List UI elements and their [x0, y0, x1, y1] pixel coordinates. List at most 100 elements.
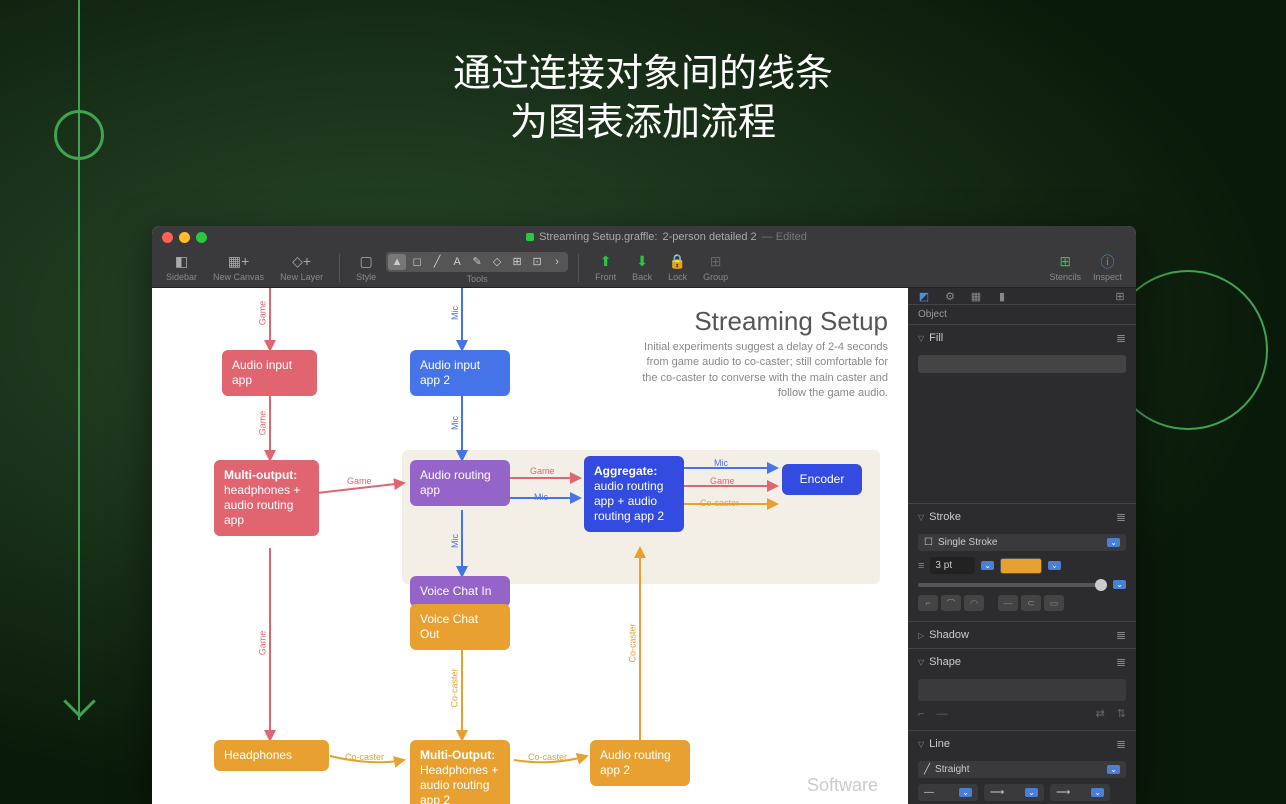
shadow-section: ▷Shadow≣: [908, 621, 1136, 648]
node-headphones[interactable]: Headphones: [214, 740, 329, 771]
group-button[interactable]: ⊞Group: [697, 254, 734, 282]
toolbar: ◧Sidebar ▦+New Canvas ◇+New Layer ▢Style…: [152, 248, 1136, 288]
menu-icon[interactable]: ≣: [1116, 331, 1126, 345]
line-type-select[interactable]: ╱Straight⌄: [918, 761, 1126, 778]
stroke-width-input[interactable]: [930, 557, 975, 574]
inspector-header: Object: [908, 305, 1136, 324]
menu-icon[interactable]: ≣: [1116, 510, 1126, 524]
node-audio-routing-2[interactable]: Audio routing app 2: [590, 740, 690, 786]
end-cap-1[interactable]: —: [998, 595, 1018, 611]
titlebar: Streaming Setup.graffle: 2-person detail…: [152, 226, 1136, 248]
node-aggregate[interactable]: Aggregate: audio routing app + audio rou…: [584, 456, 684, 532]
document-tab-icon[interactable]: ▮: [994, 288, 1010, 304]
select-tool[interactable]: ▲: [388, 254, 406, 270]
document-icon: [526, 233, 534, 241]
stroke-type-select[interactable]: ☐Single Stroke⌄: [918, 534, 1126, 551]
node-multi-output[interactable]: Multi-output: headphones + audio routing…: [214, 460, 319, 536]
line-section: ▽Line≣ ╱Straight⌄ —⌄ ⟶⌄ ⟶⌄ ↷: [908, 730, 1136, 804]
window-title: Streaming Setup.graffle: 2-person detail…: [207, 231, 1126, 243]
stroke-color-swatch[interactable]: [1000, 558, 1042, 574]
pen-tool[interactable]: ✎: [468, 254, 486, 270]
canvas-tab-icon[interactable]: ▦: [968, 288, 984, 304]
promo-decoration-arrow: [58, 680, 98, 720]
stroke-section-header[interactable]: ▽Stroke≣: [908, 504, 1136, 530]
shadow-section-header[interactable]: ▷Shadow≣: [908, 622, 1136, 648]
app-window: Streaming Setup.graffle: 2-person detail…: [152, 226, 1136, 804]
line-tool[interactable]: ╱: [428, 254, 446, 270]
window-controls: [162, 232, 207, 243]
watermark: Software: [807, 775, 878, 796]
menu-icon[interactable]: ≣: [1116, 737, 1126, 751]
corner-join-1[interactable]: ⌐: [918, 595, 938, 611]
mid-arrow-select[interactable]: ⟶⌄: [984, 784, 1044, 801]
edge-label: Game: [257, 411, 267, 436]
canvas[interactable]: Streaming Setup Initial experiments sugg…: [152, 288, 908, 804]
node-multi-output-2[interactable]: Multi-Output: Headphones + audio routing…: [410, 740, 510, 804]
node-audio-input[interactable]: Audio input app: [222, 350, 317, 396]
dash-icon[interactable]: ≡: [918, 560, 924, 572]
edge-label: Mic: [450, 306, 460, 320]
shape-section-header[interactable]: ▽Shape≣: [908, 649, 1136, 675]
edge-label: Game: [347, 476, 372, 486]
diagram-title: Streaming Setup: [694, 306, 888, 337]
object-tab-icon[interactable]: ◩: [916, 288, 932, 304]
shape-selector[interactable]: [918, 679, 1126, 701]
new-canvas-button[interactable]: ▦+New Canvas: [207, 254, 270, 282]
start-arrow-select[interactable]: —⌄: [918, 784, 978, 801]
menu-icon[interactable]: ≣: [1116, 628, 1126, 642]
inspector-panel: ◩ ⚙ ▦ ▮ ⊞ Object ▽Fill≣ ▽Stroke≣ ☐Single…: [908, 288, 1136, 804]
style-well[interactable]: ▢Style: [350, 254, 382, 282]
node-voice-chat-out[interactable]: Voice Chat Out: [410, 604, 510, 650]
inspector-tabs: ◩ ⚙ ▦ ▮ ⊞: [908, 288, 1136, 305]
properties-tab-icon[interactable]: ⚙: [942, 288, 958, 304]
radius-icon[interactable]: ⌐: [918, 708, 924, 720]
stroke-slider[interactable]: [918, 583, 1107, 587]
flip-h-icon[interactable]: ⇄: [1096, 707, 1105, 720]
sidebar-toggle[interactable]: ◧Sidebar: [160, 254, 203, 282]
fill-section: ▽Fill≣: [908, 324, 1136, 503]
corner-join-2[interactable]: ⌒: [941, 595, 961, 611]
back-button[interactable]: ⬇Back: [626, 254, 658, 282]
node-voice-chat-in[interactable]: Voice Chat In: [410, 576, 510, 607]
end-cap-2[interactable]: ⊂: [1021, 595, 1041, 611]
node-audio-routing[interactable]: Audio routing app: [410, 460, 510, 506]
lock-button[interactable]: 🔒Lock: [662, 254, 693, 282]
shape-section: ▽Shape≣ ⌐— ⇄ ⇅: [908, 648, 1136, 730]
minimize-button[interactable]: [179, 232, 190, 243]
shape-tool[interactable]: ◻: [408, 254, 426, 270]
new-layer-button[interactable]: ◇+New Layer: [274, 254, 329, 282]
edge-label: Game: [257, 631, 267, 656]
end-cap-3[interactable]: ▭: [1044, 595, 1064, 611]
close-button[interactable]: [162, 232, 173, 243]
edge-label: Game: [530, 466, 555, 476]
point-tool[interactable]: ◇: [488, 254, 506, 270]
edge-label: Game: [710, 476, 735, 486]
promo-headline: 通过连接对象间的线条 为图表添加流程: [0, 50, 1286, 149]
fill-swatch[interactable]: [918, 355, 1126, 373]
node-encoder[interactable]: Encoder: [782, 464, 862, 495]
line-section-header[interactable]: ▽Line≣: [908, 731, 1136, 757]
layout-tab-icon[interactable]: ⊞: [1112, 288, 1128, 304]
front-button[interactable]: ⬆Front: [589, 254, 622, 282]
edge-label: Co-caster: [528, 752, 567, 762]
expand-tools[interactable]: ›: [548, 254, 566, 270]
corner-join-3[interactable]: ◠: [964, 595, 984, 611]
stamp-tool[interactable]: ⊡: [528, 254, 546, 270]
crop-tool[interactable]: ⊞: [508, 254, 526, 270]
text-tool[interactable]: A: [448, 254, 466, 270]
fill-section-header[interactable]: ▽Fill≣: [908, 325, 1136, 351]
node-audio-input-2[interactable]: Audio input app 2: [410, 350, 510, 396]
menu-icon[interactable]: ≣: [1116, 655, 1126, 669]
end-arrow-select[interactable]: ⟶⌄: [1050, 784, 1110, 801]
edge-label: Co-caster: [450, 668, 460, 707]
inspect-button[interactable]: ⓘInspect: [1087, 254, 1128, 282]
edge-label: Mic: [450, 534, 460, 548]
edge-label: Game: [257, 301, 267, 326]
diagram-description: Initial experiments suggest a delay of 2…: [633, 340, 888, 402]
edge-label: Mic: [714, 458, 728, 468]
flip-v-icon[interactable]: ⇅: [1117, 707, 1126, 720]
stencils-button[interactable]: ⊞Stencils: [1043, 254, 1087, 282]
tools-group: ▲ ◻ ╱ A ✎ ◇ ⊞ ⊡ › Tools: [386, 252, 568, 284]
edge-label: Mic: [450, 416, 460, 430]
zoom-button[interactable]: [196, 232, 207, 243]
